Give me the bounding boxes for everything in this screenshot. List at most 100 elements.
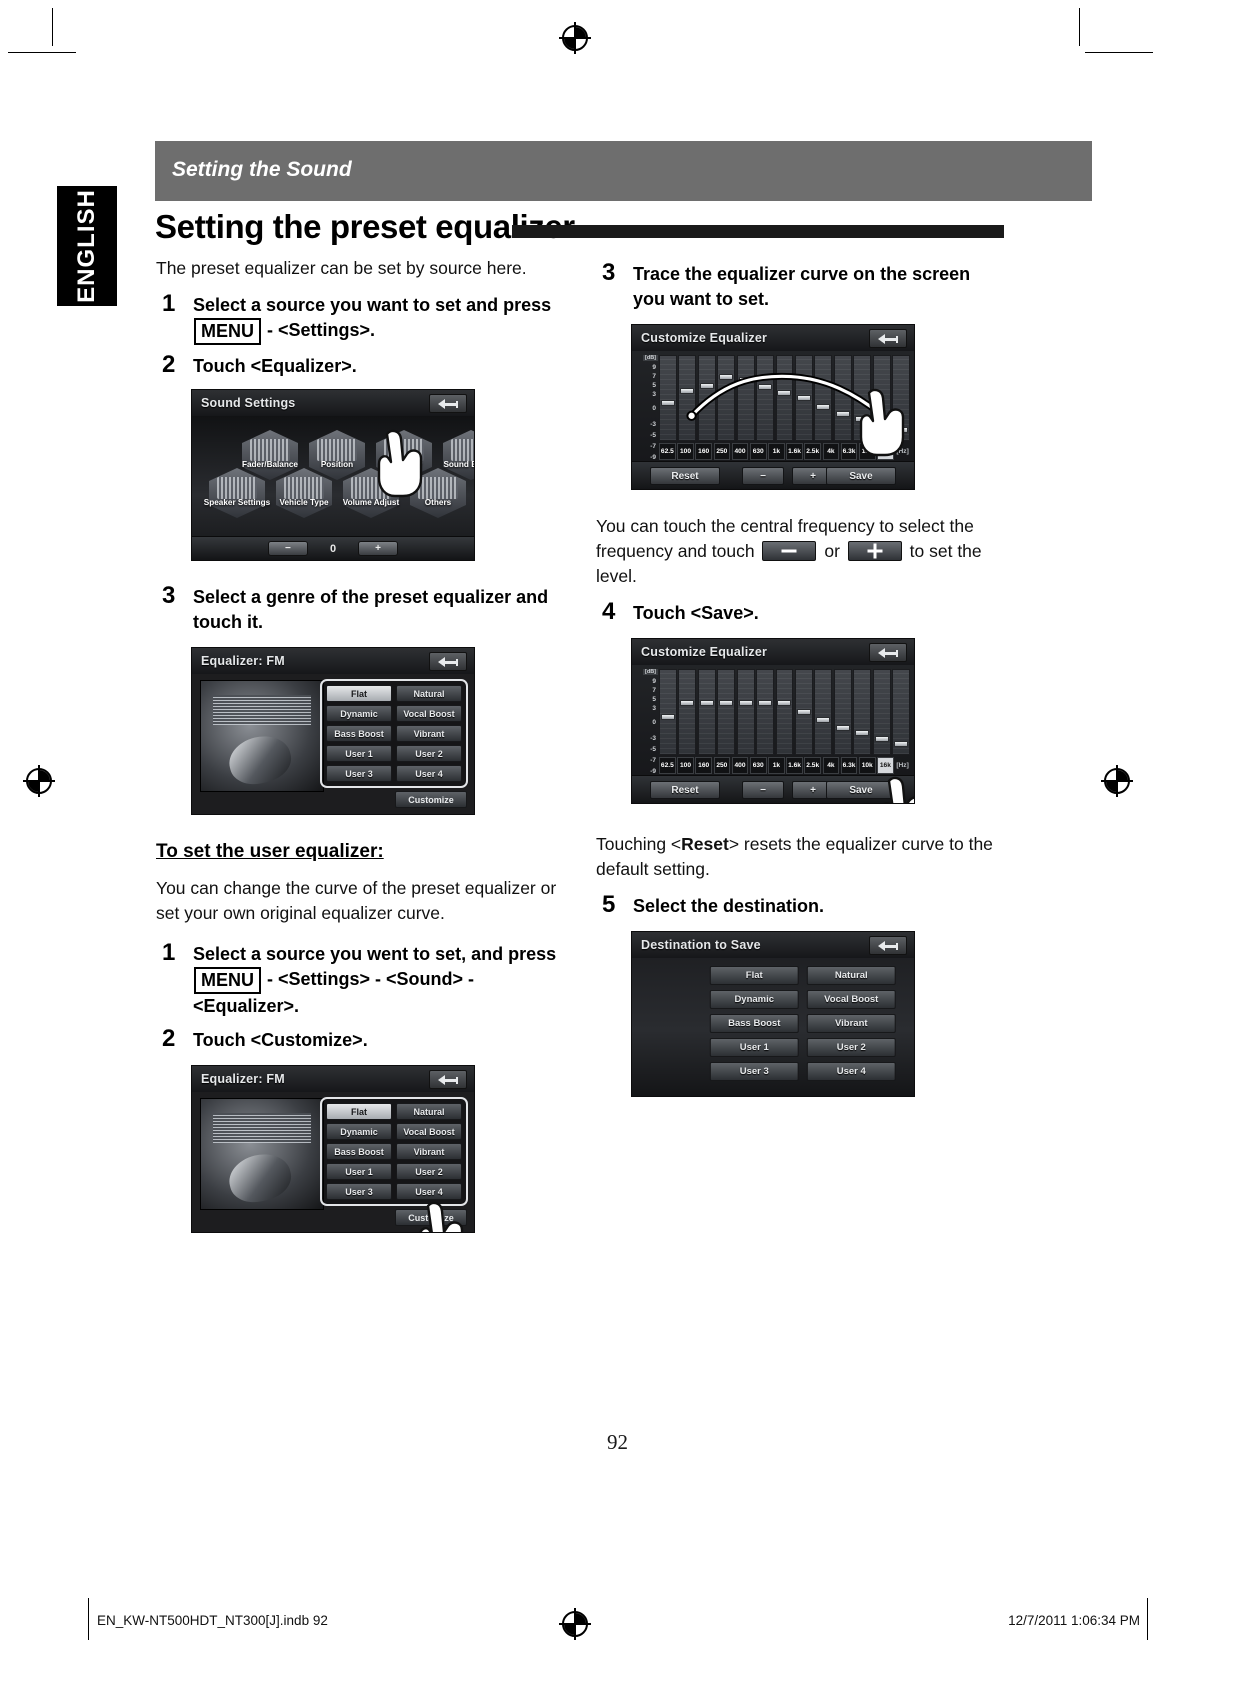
eq-band-6-3k[interactable] bbox=[853, 669, 872, 755]
eq-band-400[interactable] bbox=[736, 669, 755, 755]
preset-vocal-boost[interactable]: Vocal Boost bbox=[396, 1123, 462, 1140]
freq-4k[interactable]: 4k bbox=[822, 443, 840, 460]
freq-100[interactable]: 100 bbox=[677, 757, 694, 774]
freq-100[interactable]: 100 bbox=[677, 443, 694, 460]
freq-630[interactable]: 630 bbox=[749, 757, 767, 774]
freq-4k[interactable]: 4k bbox=[822, 757, 840, 774]
freq-16k[interactable]: 16k bbox=[877, 757, 894, 774]
eq-band-16k[interactable] bbox=[892, 355, 910, 441]
eq-band-250[interactable] bbox=[717, 355, 736, 441]
dest-user-3[interactable]: User 3 bbox=[709, 1062, 799, 1081]
preset-user-1[interactable]: User 1 bbox=[326, 1163, 392, 1180]
preset-flat[interactable]: Flat bbox=[326, 1103, 392, 1120]
freq-400[interactable]: 400 bbox=[731, 443, 749, 460]
customize-button[interactable]: Customize bbox=[395, 791, 467, 808]
eq-band-100[interactable] bbox=[678, 669, 697, 755]
dest-natural[interactable]: Natural bbox=[806, 966, 896, 985]
eq-band-2-5k[interactable] bbox=[814, 355, 833, 441]
dest-user-4[interactable]: User 4 bbox=[806, 1062, 896, 1081]
dest-dynamic[interactable]: Dynamic bbox=[709, 990, 799, 1009]
freq-2-5k[interactable]: 2.5k bbox=[804, 443, 822, 460]
freq-10k[interactable]: 10k bbox=[858, 443, 876, 460]
preset-user-4[interactable]: User 4 bbox=[396, 1183, 462, 1200]
eq-band-630[interactable] bbox=[756, 355, 775, 441]
back-arrow-icon[interactable] bbox=[429, 394, 467, 413]
tile-speaker-settings[interactable]: Speaker Settings bbox=[204, 468, 270, 518]
freq-10k[interactable]: 10k bbox=[858, 757, 876, 774]
eq-band-250[interactable] bbox=[717, 669, 736, 755]
eq-band-1k[interactable] bbox=[775, 669, 794, 755]
customize-button[interactable]: Customize bbox=[395, 1209, 467, 1226]
freq-2-5k[interactable]: 2.5k bbox=[804, 757, 822, 774]
eq-band-4k[interactable] bbox=[833, 669, 852, 755]
tile-volume-adjust[interactable]: Volume Adjust bbox=[343, 468, 399, 518]
dest-bass-boost[interactable]: Bass Boost bbox=[709, 1014, 799, 1033]
freq-250[interactable]: 250 bbox=[713, 443, 731, 460]
preset-user-3[interactable]: User 3 bbox=[326, 765, 392, 782]
preset-flat[interactable]: Flat bbox=[326, 685, 392, 702]
preset-natural[interactable]: Natural bbox=[396, 685, 462, 702]
freq-62-5[interactable]: 62.5 bbox=[659, 757, 676, 774]
eq-band-62-5[interactable] bbox=[659, 355, 677, 441]
preset-user-2[interactable]: User 2 bbox=[396, 1163, 462, 1180]
eq-band-16k[interactable] bbox=[892, 669, 910, 755]
freq-400[interactable]: 400 bbox=[731, 757, 749, 774]
freq-6-3k[interactable]: 6.3k bbox=[840, 443, 858, 460]
eq-band-630[interactable] bbox=[756, 669, 775, 755]
eq-band-2-5k[interactable] bbox=[814, 669, 833, 755]
freq-160[interactable]: 160 bbox=[695, 443, 713, 460]
eq-band-1-6k[interactable] bbox=[794, 669, 813, 755]
eq-band-100[interactable] bbox=[678, 355, 697, 441]
level-minus-button[interactable]: − bbox=[742, 467, 784, 485]
preset-user-2[interactable]: User 2 bbox=[396, 745, 462, 762]
dest-flat[interactable]: Flat bbox=[709, 966, 799, 985]
reset-button[interactable]: Reset bbox=[650, 781, 720, 799]
freq-1k[interactable]: 1k bbox=[768, 443, 785, 460]
eq-band-4k[interactable] bbox=[833, 355, 852, 441]
preset-bass-boost[interactable]: Bass Boost bbox=[326, 725, 392, 742]
eq-band-160[interactable] bbox=[697, 355, 716, 441]
save-button[interactable]: Save bbox=[826, 781, 896, 799]
reset-button[interactable]: Reset bbox=[650, 467, 720, 485]
freq-16k[interactable]: 16k bbox=[877, 443, 894, 460]
dest-vibrant[interactable]: Vibrant bbox=[806, 1014, 896, 1033]
preset-natural[interactable]: Natural bbox=[396, 1103, 462, 1120]
volume-plus-button[interactable]: + bbox=[358, 541, 399, 556]
freq-1k[interactable]: 1k bbox=[768, 757, 785, 774]
preset-vocal-boost[interactable]: Vocal Boost bbox=[396, 705, 462, 722]
eq-band-1k[interactable] bbox=[775, 355, 794, 441]
preset-vibrant[interactable]: Vibrant bbox=[396, 725, 462, 742]
eq-band-10k[interactable] bbox=[872, 355, 891, 441]
preset-dynamic[interactable]: Dynamic bbox=[326, 705, 392, 722]
back-arrow-icon[interactable] bbox=[429, 652, 467, 671]
eq-band-400[interactable] bbox=[736, 355, 755, 441]
preset-bass-boost[interactable]: Bass Boost bbox=[326, 1143, 392, 1160]
tile-others[interactable]: Others bbox=[410, 468, 466, 518]
freq-160[interactable]: 160 bbox=[695, 757, 713, 774]
freq-250[interactable]: 250 bbox=[713, 757, 731, 774]
preset-dynamic[interactable]: Dynamic bbox=[326, 1123, 392, 1140]
freq-1-6k[interactable]: 1.6k bbox=[786, 757, 803, 774]
eq-band-10k[interactable] bbox=[872, 669, 891, 755]
eq-band-1-6k[interactable] bbox=[794, 355, 813, 441]
level-minus-button[interactable]: − bbox=[742, 781, 784, 799]
dest-user-1[interactable]: User 1 bbox=[709, 1038, 799, 1057]
preset-user-3[interactable]: User 3 bbox=[326, 1183, 392, 1200]
freq-6-3k[interactable]: 6.3k bbox=[840, 757, 858, 774]
back-arrow-icon[interactable] bbox=[869, 329, 907, 348]
dest-user-2[interactable]: User 2 bbox=[806, 1038, 896, 1057]
freq-62-5[interactable]: 62.5 bbox=[659, 443, 676, 460]
back-arrow-icon[interactable] bbox=[869, 643, 907, 662]
back-arrow-icon[interactable] bbox=[429, 1070, 467, 1089]
tile-vehicle-type[interactable]: Vehicle Type bbox=[276, 468, 332, 518]
freq-630[interactable]: 630 bbox=[749, 443, 767, 460]
preset-vibrant[interactable]: Vibrant bbox=[396, 1143, 462, 1160]
preset-user-1[interactable]: User 1 bbox=[326, 745, 392, 762]
preset-user-4[interactable]: User 4 bbox=[396, 765, 462, 782]
save-button[interactable]: Save bbox=[826, 467, 896, 485]
dest-vocal-boost[interactable]: Vocal Boost bbox=[806, 990, 896, 1009]
eq-band-6-3k[interactable] bbox=[853, 355, 872, 441]
eq-band-160[interactable] bbox=[697, 669, 716, 755]
eq-band-62-5[interactable] bbox=[659, 669, 677, 755]
volume-minus-button[interactable]: − bbox=[267, 541, 308, 556]
